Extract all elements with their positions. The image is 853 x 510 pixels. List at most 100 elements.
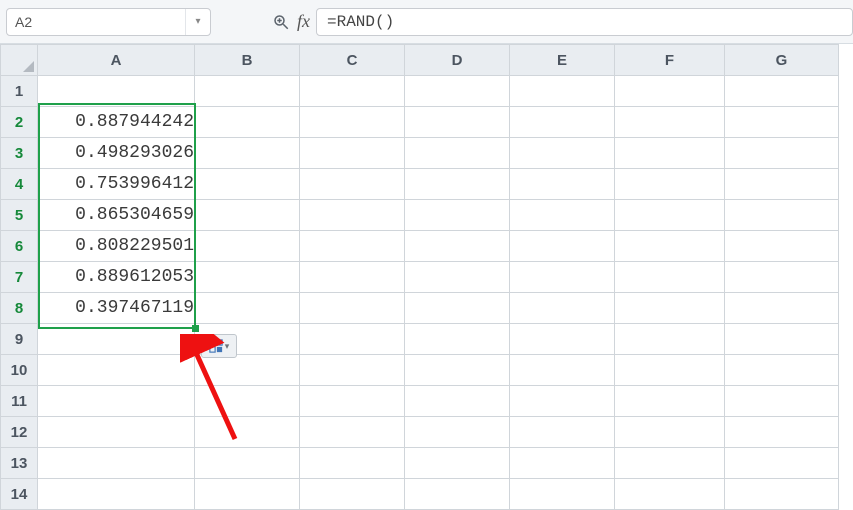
row-header-12[interactable]: 12: [1, 417, 38, 448]
cell-A4[interactable]: 0.753996412: [38, 169, 195, 200]
formula-bar[interactable]: =RAND(): [316, 8, 853, 36]
fill-handle[interactable]: [192, 325, 199, 332]
row-header-2[interactable]: 2: [1, 107, 38, 138]
cell-D11[interactable]: [405, 386, 510, 417]
cell-F1[interactable]: [615, 76, 725, 107]
col-header-C[interactable]: C: [300, 45, 405, 76]
cell-G12[interactable]: [725, 417, 839, 448]
cell-D13[interactable]: [405, 448, 510, 479]
cell-F2[interactable]: [615, 107, 725, 138]
cell-E6[interactable]: [510, 231, 615, 262]
cell-C12[interactable]: [300, 417, 405, 448]
cell-C4[interactable]: [300, 169, 405, 200]
cell-C2[interactable]: [300, 107, 405, 138]
cell-F4[interactable]: [615, 169, 725, 200]
cell-F9[interactable]: [615, 324, 725, 355]
cell-F12[interactable]: [615, 417, 725, 448]
trace-precedents-button[interactable]: [267, 8, 295, 36]
cell-D8[interactable]: [405, 293, 510, 324]
row-header-9[interactable]: 9: [1, 324, 38, 355]
cell-G5[interactable]: [725, 200, 839, 231]
cell-E10[interactable]: [510, 355, 615, 386]
cell-A12[interactable]: [38, 417, 195, 448]
name-box-dropdown[interactable]: ▾: [185, 9, 210, 35]
cell-A10[interactable]: [38, 355, 195, 386]
cell-C11[interactable]: [300, 386, 405, 417]
row-header-1[interactable]: 1: [1, 76, 38, 107]
row-header-11[interactable]: 11: [1, 386, 38, 417]
name-box[interactable]: A2 ▾: [6, 8, 211, 36]
cell-C10[interactable]: [300, 355, 405, 386]
cell-F5[interactable]: [615, 200, 725, 231]
cell-D5[interactable]: [405, 200, 510, 231]
cell-C5[interactable]: [300, 200, 405, 231]
row-header-3[interactable]: 3: [1, 138, 38, 169]
cell-E4[interactable]: [510, 169, 615, 200]
cell-G3[interactable]: [725, 138, 839, 169]
col-header-F[interactable]: F: [615, 45, 725, 76]
cell-C9[interactable]: [300, 324, 405, 355]
cell-E7[interactable]: [510, 262, 615, 293]
cell-B11[interactable]: [195, 386, 300, 417]
cell-E5[interactable]: [510, 200, 615, 231]
cell-E3[interactable]: [510, 138, 615, 169]
cell-B12[interactable]: [195, 417, 300, 448]
cell-G7[interactable]: [725, 262, 839, 293]
cell-B8[interactable]: [195, 293, 300, 324]
cell-B10[interactable]: [195, 355, 300, 386]
cell-A8[interactable]: 0.397467119: [38, 293, 195, 324]
cell-A5[interactable]: 0.865304659: [38, 200, 195, 231]
cell-C8[interactable]: [300, 293, 405, 324]
worksheet[interactable]: A B C D E F G 1 2 0.887944242 3 0.498293…: [0, 44, 853, 510]
cell-E8[interactable]: [510, 293, 615, 324]
row-header-5[interactable]: 5: [1, 200, 38, 231]
col-header-E[interactable]: E: [510, 45, 615, 76]
cell-D7[interactable]: [405, 262, 510, 293]
cell-F13[interactable]: [615, 448, 725, 479]
cell-D9[interactable]: [405, 324, 510, 355]
cell-B4[interactable]: [195, 169, 300, 200]
cell-B6[interactable]: [195, 231, 300, 262]
cell-G4[interactable]: [725, 169, 839, 200]
cell-B5[interactable]: [195, 200, 300, 231]
cell-G10[interactable]: [725, 355, 839, 386]
cell-A3[interactable]: 0.498293026: [38, 138, 195, 169]
cell-D6[interactable]: [405, 231, 510, 262]
cell-D3[interactable]: [405, 138, 510, 169]
cell-C6[interactable]: [300, 231, 405, 262]
select-all-corner[interactable]: [1, 45, 38, 76]
cell-F11[interactable]: [615, 386, 725, 417]
cell-E1[interactable]: [510, 76, 615, 107]
cell-A11[interactable]: [38, 386, 195, 417]
cell-B3[interactable]: [195, 138, 300, 169]
autofill-options-button[interactable]: ▾: [201, 334, 237, 358]
row-header-4[interactable]: 4: [1, 169, 38, 200]
cell-E13[interactable]: [510, 448, 615, 479]
row-header-10[interactable]: 10: [1, 355, 38, 386]
cell-F8[interactable]: [615, 293, 725, 324]
row-header-8[interactable]: 8: [1, 293, 38, 324]
cell-B2[interactable]: [195, 107, 300, 138]
cell-F10[interactable]: [615, 355, 725, 386]
cell-G8[interactable]: [725, 293, 839, 324]
cell-A6[interactable]: 0.808229501: [38, 231, 195, 262]
cell-A13[interactable]: [38, 448, 195, 479]
cell-E11[interactable]: [510, 386, 615, 417]
cell-D4[interactable]: [405, 169, 510, 200]
cell-A1[interactable]: [38, 76, 195, 107]
row-header-13[interactable]: 13: [1, 448, 38, 479]
cell-E9[interactable]: [510, 324, 615, 355]
cell-B7[interactable]: [195, 262, 300, 293]
cell-G6[interactable]: [725, 231, 839, 262]
cell-A7[interactable]: 0.889612053: [38, 262, 195, 293]
fx-label[interactable]: fx: [297, 11, 310, 32]
cell-G13[interactable]: [725, 448, 839, 479]
cell-A2[interactable]: 0.887944242: [38, 107, 195, 138]
col-header-G[interactable]: G: [725, 45, 839, 76]
col-header-A[interactable]: A: [38, 45, 195, 76]
row-header-7[interactable]: 7: [1, 262, 38, 293]
cell-E2[interactable]: [510, 107, 615, 138]
cell-D1[interactable]: [405, 76, 510, 107]
cell-F6[interactable]: [615, 231, 725, 262]
col-header-D[interactable]: D: [405, 45, 510, 76]
